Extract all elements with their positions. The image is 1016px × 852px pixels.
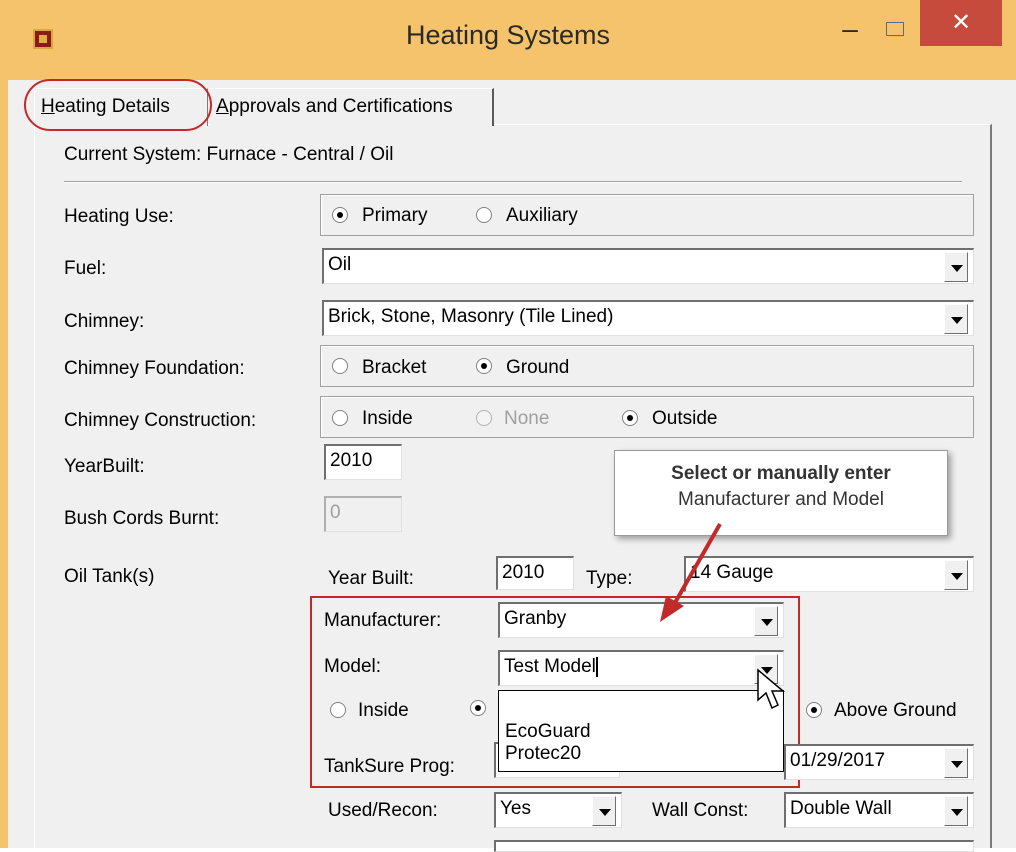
model-combo[interactable]: Test Model — [498, 650, 784, 686]
separator — [64, 181, 962, 183]
chimney-foundation-label: Chimney Foundation: — [64, 358, 245, 379]
date-dropdown-arrow-icon[interactable] — [944, 748, 968, 778]
dropdown-item-protec20[interactable]: Protec20 — [505, 743, 581, 765]
manufacturer-label: Manufacturer: — [324, 610, 442, 631]
mouse-cursor-icon — [757, 668, 786, 710]
used-recon-label: Used/Recon: — [328, 800, 438, 821]
radio-bracket-label: Bracket — [362, 357, 427, 378]
radio-ground-label: Ground — [506, 357, 570, 378]
tank-year-built-label: Year Built: — [328, 568, 414, 589]
tab-label: pprovals and Certifications — [228, 96, 453, 117]
radio-outside[interactable] — [622, 410, 638, 426]
year-built-input[interactable]: 2010 — [324, 444, 402, 480]
maximize-button[interactable] — [886, 22, 904, 36]
radio-auxiliary-label: Auxiliary — [506, 205, 578, 226]
chimney-construction-group — [320, 396, 974, 438]
wall-const-dropdown-arrow-icon[interactable] — [944, 796, 968, 826]
fuel-value: Oil — [328, 254, 352, 275]
model-dropdown-list[interactable]: EcoGuard Protec20 — [498, 690, 784, 772]
radio-none — [476, 410, 492, 426]
tab-mnemonic: A — [216, 96, 229, 117]
close-button[interactable]: ✕ — [920, 0, 1002, 46]
model-label: Model: — [324, 656, 382, 677]
fuel-select[interactable]: Oil — [322, 248, 974, 284]
callout-arrow-icon — [660, 523, 722, 622]
wall-const-label: Wall Const: — [652, 800, 749, 821]
chimney-dropdown-arrow-icon[interactable] — [944, 304, 968, 334]
chimney-construction-label: Chimney Construction: — [64, 410, 257, 431]
text-caret — [595, 656, 598, 677]
callout-line2: Manufacturer and Model — [678, 489, 884, 510]
chimney-label: Chimney: — [64, 311, 145, 332]
dropdown-item-ecoguard[interactable]: EcoGuard — [505, 721, 591, 743]
tank-type-dropdown-arrow-icon[interactable] — [944, 560, 968, 590]
radio-primary[interactable] — [332, 207, 348, 223]
manufacturer-dropdown-arrow-icon[interactable] — [754, 606, 778, 636]
bush-cords-input: 0 — [324, 496, 402, 532]
minimize-button[interactable]: – — [830, 14, 870, 54]
chimney-value: Brick, Stone, Masonry (Tile Lined) — [328, 306, 614, 327]
fuel-dropdown-arrow-icon[interactable] — [944, 252, 968, 282]
tanksure-label: TankSure Prog: — [324, 756, 455, 777]
bush-cords-label: Bush Cords Burnt: — [64, 508, 220, 529]
radio-auxiliary[interactable] — [476, 207, 492, 223]
radio-tank-inside[interactable] — [330, 702, 346, 718]
fuel-label: Fuel: — [64, 258, 107, 279]
tab-highlight-annotation — [24, 79, 212, 131]
radio-above-ground[interactable] — [806, 702, 822, 718]
radio-tank-option[interactable] — [470, 700, 486, 716]
chimney-select[interactable]: Brick, Stone, Masonry (Tile Lined) — [322, 300, 974, 336]
date-value: 01/29/2017 — [790, 750, 886, 771]
callout-line1: Select or manually enter — [671, 463, 891, 484]
manufacturer-value: Granby — [504, 608, 567, 629]
oil-tank-label: Oil Tank(s) — [64, 566, 155, 587]
tank-year-built-input[interactable]: 2010 — [496, 556, 574, 590]
year-built-label: YearBuilt: — [64, 456, 145, 477]
used-recon-dropdown-arrow-icon[interactable] — [592, 796, 616, 826]
radio-none-label: None — [504, 408, 550, 429]
used-recon-value: Yes — [500, 798, 531, 819]
radio-outside-label: Outside — [652, 408, 718, 429]
wall-const-value: Double Wall — [790, 798, 892, 819]
tab-approvals-certifications[interactable]: Approvals and Certifications — [210, 88, 494, 126]
next-row-field[interactable] — [494, 840, 974, 852]
radio-inside-label: Inside — [362, 408, 413, 429]
radio-ground[interactable] — [476, 358, 492, 374]
radio-tank-inside-label: Inside — [358, 700, 409, 721]
model-value: Test Model — [504, 656, 596, 677]
current-system-label: Current System: Furnace - Central / Oil — [64, 144, 394, 165]
radio-bracket[interactable] — [332, 358, 348, 374]
heating-use-label: Heating Use: — [64, 206, 174, 227]
radio-primary-label: Primary — [362, 205, 428, 226]
radio-above-ground-label: Above Ground — [834, 700, 957, 721]
radio-inside[interactable] — [332, 410, 348, 426]
